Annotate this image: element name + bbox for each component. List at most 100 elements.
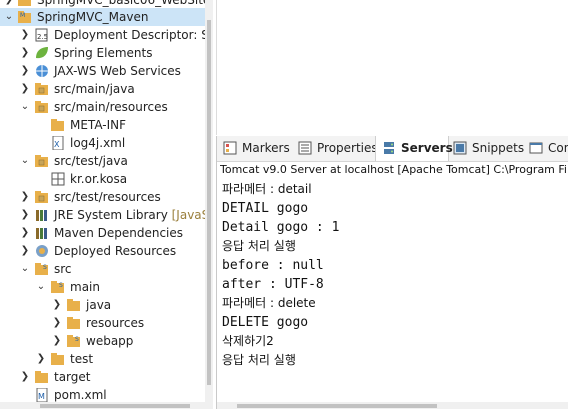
tree-item-label: main — [70, 280, 100, 294]
tree-item-spring-elements[interactable]: ❯ Spring Elements — [0, 44, 205, 62]
console-process-title: Tomcat v9.0 Server at localhost [Apache … — [220, 163, 567, 176]
tree-item-resources[interactable]: ❯ resources — [0, 314, 205, 332]
folder-icon — [35, 371, 48, 383]
chevron-right-icon[interactable]: ❯ — [19, 62, 31, 80]
tree-item-target[interactable]: ❯ target — [0, 368, 205, 386]
tree-item-jaxws[interactable]: ❯ JAX-WS Web Services — [0, 62, 205, 80]
deployed-resources-icon — [36, 245, 48, 257]
tree-item-main[interactable]: ⌄ S main — [0, 278, 205, 296]
tree-item-src-test-java[interactable]: ⌄ src/test/java — [0, 152, 205, 170]
explorer-horizontal-scrollbar[interactable] — [0, 402, 205, 409]
chevron-right-icon[interactable]: ❯ — [19, 368, 31, 386]
tab-label: Properties — [317, 141, 378, 155]
chevron-down-icon[interactable]: ⌄ — [19, 260, 31, 278]
xml-file-icon: X — [52, 136, 64, 150]
tree-item-jre-system-library[interactable]: ❯ JRE System Library [JavaSE — [0, 206, 205, 224]
chevron-right-icon[interactable]: ❯ — [19, 80, 31, 98]
console-icon — [529, 142, 543, 154]
tab-properties[interactable]: Properties — [292, 136, 378, 161]
chevron-right-icon[interactable]: ❯ — [51, 296, 63, 314]
chevron-right-icon[interactable]: ❯ — [51, 332, 63, 350]
folder-open-icon: S — [35, 263, 48, 275]
tree-item-maven-dependencies[interactable]: ❯ Maven Dependencies — [0, 224, 205, 242]
tree-item-label: Spring Elements — [54, 46, 153, 60]
maven-pom-icon: M — [36, 388, 48, 402]
tree-item-label: test — [70, 352, 94, 366]
chevron-down-icon[interactable]: ⌄ — [19, 98, 31, 116]
library-icon — [36, 210, 47, 221]
tree-item-src-test-resources[interactable]: ❯ src/test/resources — [0, 188, 205, 206]
tree-item-java[interactable]: ❯ java — [0, 296, 205, 314]
tree-item-label: log4j.xml — [70, 136, 126, 150]
folder-icon — [51, 353, 64, 365]
console-line: after : UTF-8 — [222, 277, 324, 292]
tree-item-label: kr.or.kosa — [70, 172, 128, 186]
scrollbar-thumb[interactable] — [237, 404, 437, 408]
servers-icon — [384, 142, 394, 154]
console-line: 파라메터 : delete — [222, 296, 316, 310]
console-horizontal-scrollbar[interactable] — [217, 402, 568, 409]
source-folder-icon — [35, 191, 48, 203]
tree-item-label: Deployed Resources — [54, 244, 177, 258]
svg-text:X: X — [54, 140, 60, 149]
properties-icon — [298, 141, 312, 155]
svg-text:M: M — [20, 12, 25, 19]
svg-text:S: S — [75, 336, 79, 343]
chevron-down-icon[interactable]: ⌄ — [3, 8, 15, 26]
tree-item-src-main-resources[interactable]: ⌄ src/main/resources — [0, 98, 205, 116]
snippets-icon — [453, 141, 467, 155]
project-explorer: ❯ SpringMVC_basic06_WebSite ⌄ M SpringMV… — [0, 0, 205, 409]
tree-item-label: resources — [86, 316, 145, 330]
tab-markers[interactable]: Markers — [217, 136, 292, 161]
chevron-down-icon[interactable]: ⌄ — [35, 278, 47, 296]
console-line: 파라메터 : detail — [222, 182, 312, 196]
chevron-down-icon[interactable]: ⌄ — [19, 152, 31, 170]
tree-item-webapp[interactable]: ❯ S webapp — [0, 332, 205, 350]
svg-text:2.5: 2.5 — [37, 33, 48, 41]
tree-item-src-main-java[interactable]: ❯ src/main/java — [0, 80, 205, 98]
tree-item-src[interactable]: ⌄ S src — [0, 260, 205, 278]
source-folder-icon — [35, 101, 48, 113]
scrollbar-thumb[interactable] — [207, 20, 211, 385]
spring-leaf-icon — [36, 47, 48, 59]
views-panel: Markers Properties Servers Snippets Con — [216, 136, 568, 409]
tree-item-test[interactable]: ❯ test — [0, 350, 205, 368]
editor-divider — [216, 0, 217, 135]
explorer-vertical-scrollbar[interactable] — [205, 0, 213, 409]
scrollbar-thumb[interactable] — [40, 404, 190, 408]
tree-item-log4j-xml[interactable]: X log4j.xml — [0, 134, 205, 152]
chevron-right-icon[interactable]: ❯ — [19, 44, 31, 62]
tab-servers[interactable]: Servers — [375, 136, 453, 161]
deployment-descriptor-icon: 2.5 — [35, 28, 48, 42]
tab-snippets[interactable]: Snippets — [447, 136, 524, 161]
chevron-right-icon[interactable]: ❯ — [19, 206, 31, 224]
tree-item-deployment-descriptor[interactable]: ❯ 2.5 Deployment Descriptor: Sp — [0, 26, 205, 44]
tree-item-label: src/main/java — [54, 82, 135, 96]
tree-item-label: java — [86, 298, 112, 312]
svg-text:S: S — [43, 264, 47, 271]
console-line: 응답 처리 실행 — [222, 239, 296, 253]
tree-item-label: webapp — [86, 334, 134, 348]
tree-item-springmvc-maven[interactable]: ⌄ M SpringMVC_Maven — [0, 8, 205, 26]
chevron-right-icon[interactable]: ❯ — [51, 314, 63, 332]
chevron-right-icon[interactable]: ❯ — [19, 26, 31, 44]
tree-item-kr-or-kosa[interactable]: kr.or.kosa — [0, 170, 205, 188]
folder-icon — [67, 317, 80, 329]
tree-item-label: src — [54, 262, 72, 276]
tree-item-deployed-resources[interactable]: ❯ Deployed Resources — [0, 242, 205, 260]
tree-item-meta-inf[interactable]: META-INF — [0, 116, 205, 134]
tab-console[interactable]: Con — [523, 136, 568, 161]
source-folder-icon — [35, 155, 48, 167]
chevron-right-icon[interactable]: ❯ — [19, 188, 31, 206]
chevron-right-icon[interactable]: ❯ — [19, 224, 31, 242]
console-output[interactable]: 파라메터 : detail DETAIL gogo Detail gogo : … — [222, 180, 567, 370]
tree-item-label: target — [54, 370, 91, 384]
folder-icon: S — [67, 335, 80, 347]
console-line: DELETE gogo — [222, 315, 309, 330]
package-icon — [51, 172, 65, 186]
chevron-right-icon[interactable]: ❯ — [35, 350, 47, 368]
svg-text:S: S — [59, 282, 63, 289]
tab-label: Markers — [242, 141, 290, 155]
console-line: Detail gogo : 1 — [222, 220, 340, 235]
chevron-right-icon[interactable]: ❯ — [19, 242, 31, 260]
